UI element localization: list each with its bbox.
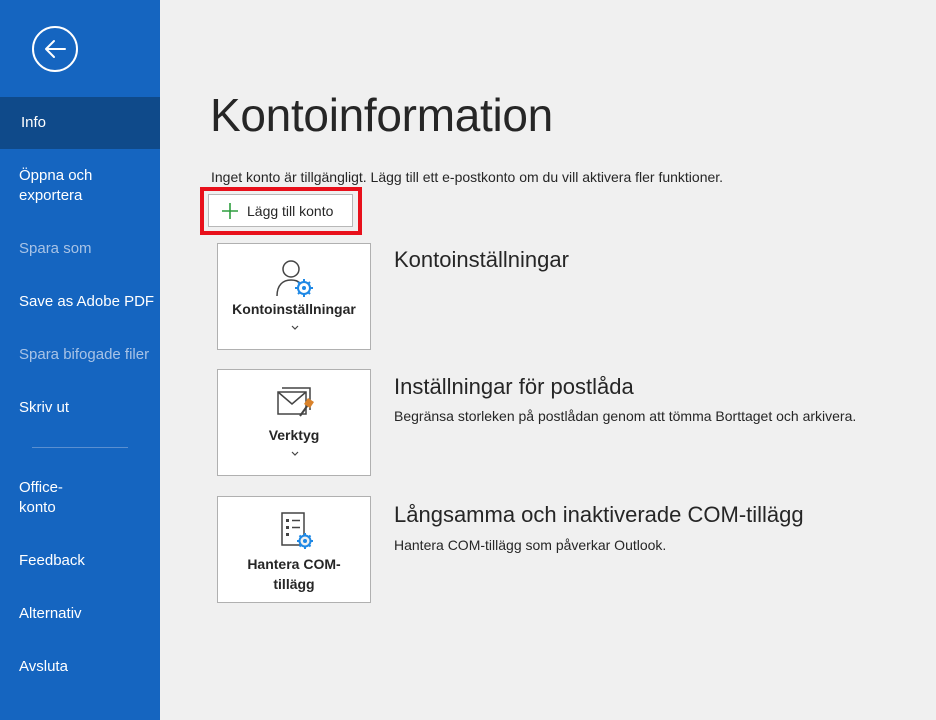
sidebar-item-label: Alternativ: [19, 605, 82, 622]
sidebar-divider: [32, 447, 128, 448]
sidebar-item-exit[interactable]: Avsluta: [0, 657, 160, 677]
add-account-button[interactable]: Lägg till konto: [208, 194, 353, 227]
sidebar-item-print[interactable]: Skriv ut: [0, 398, 160, 418]
sidebar-item-office-account[interactable]: Office- konto: [0, 478, 160, 518]
sidebar-item-info[interactable]: Info: [0, 97, 160, 149]
page-title: Kontoinformation: [210, 89, 553, 141]
sidebar-item-save-as: Spara som: [0, 239, 160, 259]
back-arrow-icon: [45, 40, 66, 58]
manage-com-addins-button[interactable]: Hantera COM- tillägg: [217, 496, 371, 603]
section-description: Hantera COM-tillägg som påverkar Outlook…: [394, 537, 667, 553]
sidebar-item-label: Info: [21, 114, 47, 131]
sidebar-item-label: Feedback: [19, 552, 85, 569]
tile-label: Kontoinställningar: [232, 301, 356, 317]
tile-label: Verktyg: [268, 427, 320, 443]
com-addins-icon: [281, 512, 313, 549]
sidebar-item-open-export[interactable]: Öppna och exportera: [0, 166, 160, 206]
mailbox-tools-icon: [277, 387, 314, 417]
sidebar-item-save-attachments: Spara bifogade filer: [0, 345, 160, 365]
tile-label: tillägg: [273, 576, 315, 592]
sidebar-item-label: exportera: [19, 187, 83, 204]
account-settings-button[interactable]: Kontoinställningar: [217, 243, 371, 350]
sidebar-item-label: Skriv ut: [19, 399, 70, 416]
tools-button[interactable]: Verktyg: [217, 369, 371, 476]
sidebar-item-feedback[interactable]: Feedback: [0, 551, 160, 571]
chevron-down-icon: [291, 325, 299, 330]
sidebar-item-label: Spara bifogade filer: [19, 346, 150, 363]
sidebar-item-label: Save as Adobe PDF: [19, 293, 155, 310]
add-account-label: Lägg till konto: [247, 202, 334, 219]
section-title: Kontoinställningar: [394, 247, 569, 272]
sidebar-item-label: Spara som: [19, 240, 92, 257]
section-title: Långsamma och inaktiverade COM-tillägg: [394, 502, 804, 527]
sidebar-item-label: Öppna och: [19, 167, 93, 184]
plus-icon: [221, 202, 239, 220]
sidebar-item-save-adobe-pdf[interactable]: Save as Adobe PDF: [0, 292, 160, 312]
back-button[interactable]: [32, 26, 78, 72]
tile-label: Hantera COM-: [247, 556, 341, 572]
sidebar-item-label: Office-: [19, 479, 63, 496]
account-settings-icon: [276, 260, 313, 297]
backstage-sidebar: Info Öppna och exportera Spara som Save …: [0, 0, 160, 720]
section-title: Inställningar för postlåda: [394, 374, 634, 399]
chevron-down-icon: [291, 451, 299, 456]
section-description: Begränsa storleken på postlådan genom at…: [394, 408, 857, 424]
sidebar-item-label: Avsluta: [19, 658, 68, 675]
no-account-message: Inget konto är tillgängligt. Lägg till e…: [211, 169, 724, 185]
sidebar-item-options[interactable]: Alternativ: [0, 604, 160, 624]
sidebar-item-label: konto: [19, 499, 56, 516]
